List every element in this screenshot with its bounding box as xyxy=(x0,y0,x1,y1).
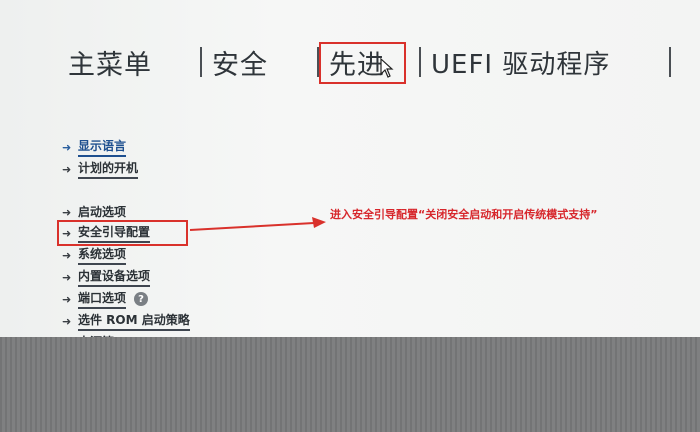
tab-divider xyxy=(419,47,421,77)
arrow-right-icon: ➜ xyxy=(62,162,72,176)
menu-item-option-rom-policy[interactable]: ➜ 选件 ROM 启动策略 xyxy=(62,311,190,331)
menu-item-label: 系统选项 xyxy=(78,245,127,265)
menu-item-built-in-device-options[interactable]: ➜ 内置设备选项 xyxy=(62,267,151,287)
mouse-cursor-icon xyxy=(380,58,394,78)
arrow-right-icon: ➜ xyxy=(62,314,72,328)
arrow-right-icon: ➜ xyxy=(62,140,72,154)
tab-divider xyxy=(200,47,202,77)
tab-security[interactable]: 安全 xyxy=(212,43,307,82)
bios-screen: 主菜单 安全 先进 UEFI 驱动程序 ➜ 显示语言 ➜ 计划的开机 ➜ 启动选… xyxy=(0,0,700,432)
secure-boot-highlight-box xyxy=(57,220,188,246)
menu-item-label: 启动选项 xyxy=(78,205,127,219)
menu-item-label: 端口选项 xyxy=(78,289,127,309)
help-icon[interactable]: ? xyxy=(134,292,149,306)
tab-uefi-drivers[interactable]: UEFI 驱动程序 xyxy=(431,44,659,81)
annotation-text: 进入安全引导配置“关闭安全启动和开启传统模式支持” xyxy=(330,208,598,221)
menu-item-label: 计划的开机 xyxy=(78,159,139,179)
arrow-right-icon: ➜ xyxy=(62,292,72,306)
tab-main-menu[interactable]: 主菜单 xyxy=(68,43,190,82)
arrow-right-icon: ➜ xyxy=(62,248,72,262)
menu-item-label: 选件 ROM 启动策略 xyxy=(78,311,190,331)
bottom-gray-band xyxy=(0,337,700,432)
menu-item-display-language[interactable]: ➜ 显示语言 xyxy=(62,137,127,157)
arrow-right-icon: ➜ xyxy=(62,270,72,284)
menu-item-scheduled-power-on[interactable]: ➜ 计划的开机 xyxy=(62,159,139,179)
menu-item-label: 显示语言 xyxy=(78,137,127,157)
arrow-right-icon: ➜ xyxy=(62,205,72,219)
menu-item-system-options[interactable]: ➜ 系统选项 xyxy=(62,245,127,265)
menu-item-port-options[interactable]: ➜ 端口选项 ? xyxy=(62,289,149,309)
menu-item-boot-options[interactable]: ➜ 启动选项 xyxy=(62,203,126,221)
menu-item-label: 内置设备选项 xyxy=(78,267,151,287)
tab-divider xyxy=(669,47,671,77)
annotation-arrow-icon xyxy=(189,217,326,231)
